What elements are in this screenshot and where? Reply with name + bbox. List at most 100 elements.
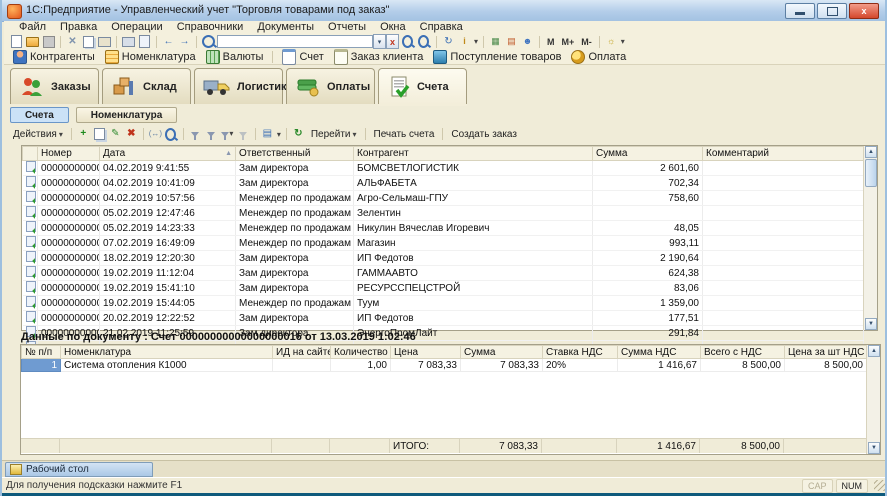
- item-row[interactable]: 1 Система отопления К1000 1,00 7 083,33 …: [22, 359, 867, 372]
- menu-operations[interactable]: Операции: [104, 21, 169, 34]
- paste-icon[interactable]: [98, 36, 111, 48]
- tab-orders[interactable]: Заказы: [10, 68, 99, 104]
- goto-menu-button[interactable]: Перейти▾: [308, 129, 360, 140]
- currencies-button[interactable]: Валюты: [203, 50, 267, 64]
- memory-button[interactable]: M: [545, 37, 557, 47]
- tab-logistics[interactable]: Логистика: [194, 68, 283, 104]
- create-order-button[interactable]: Создать заказ: [448, 129, 520, 140]
- col-total-vat[interactable]: Всего с НДС: [701, 346, 785, 359]
- search-input[interactable]: [217, 35, 373, 48]
- scroll-up-icon[interactable]: ▲: [868, 345, 880, 357]
- table-row[interactable]: 00000000000000…20.02.2019 12:22:52Зам ди…: [23, 311, 864, 326]
- items-scrollbar[interactable]: ▲ ▼: [866, 345, 880, 454]
- close-button[interactable]: x: [849, 3, 879, 19]
- search-icon[interactable]: [202, 35, 215, 48]
- calculator-icon[interactable]: ▦: [489, 36, 502, 48]
- new-document-icon[interactable]: [10, 36, 23, 48]
- client-order-button[interactable]: Заказ клиента: [331, 49, 427, 65]
- table-row[interactable]: 00000000000000…05.02.2019 14:23:33Менежд…: [23, 221, 864, 236]
- col-site-id[interactable]: ИД на сайте: [273, 346, 331, 359]
- col-unit-price-vat[interactable]: Цена за шт НДС: [785, 346, 867, 359]
- column-spacing-icon[interactable]: (↔): [149, 128, 162, 140]
- col-comment[interactable]: Комментарий: [703, 147, 864, 161]
- col-npp[interactable]: № п/п: [22, 346, 61, 359]
- col-vat-sum[interactable]: Сумма НДС: [618, 346, 701, 359]
- memory-plus-button[interactable]: M+: [560, 37, 577, 47]
- col-date[interactable]: Дата▲: [100, 147, 236, 161]
- invoice-button[interactable]: Счет: [279, 49, 326, 65]
- filter-clear-icon[interactable]: [237, 128, 250, 140]
- col-price[interactable]: Цена: [391, 346, 461, 359]
- edit-icon[interactable]: ✎: [109, 128, 122, 140]
- undo-icon[interactable]: ←: [162, 36, 175, 48]
- table-row[interactable]: 00000000000000…04.02.2019 10:57:56Менежд…: [23, 191, 864, 206]
- table-row[interactable]: 00000000000000…18.02.2019 12:20:30Зам ди…: [23, 251, 864, 266]
- table-row[interactable]: 00000000000000…07.02.2019 16:49:09Менежд…: [23, 236, 864, 251]
- table-row[interactable]: 00000000000000…19.02.2019 15:41:10Зам ди…: [23, 281, 864, 296]
- print-invoice-button[interactable]: Печать счета: [371, 129, 438, 140]
- tab-warehouse[interactable]: Склад: [102, 68, 191, 104]
- col-nomenclature[interactable]: Номенклатура: [61, 346, 273, 359]
- print-icon[interactable]: [122, 36, 135, 48]
- list-settings-dropdown-icon[interactable]: ▾: [277, 130, 281, 139]
- zoom-out-icon[interactable]: [418, 36, 431, 48]
- col-number[interactable]: Номер: [38, 147, 100, 161]
- memory-minus-button[interactable]: M-: [579, 37, 594, 47]
- refresh-list-icon[interactable]: ↻: [292, 128, 305, 140]
- delete-icon[interactable]: ✖: [125, 128, 138, 140]
- table-row[interactable]: 00000000000000…04.02.2019 10:41:09Зам ди…: [23, 176, 864, 191]
- scroll-up-icon[interactable]: ▲: [865, 146, 877, 158]
- subtab-nomenclature[interactable]: Номенклатура: [76, 107, 177, 123]
- actions-menu-button[interactable]: Действия▾: [10, 129, 66, 140]
- invoices-scrollbar[interactable]: ▲ ▼: [863, 146, 877, 330]
- info-dropdown-icon[interactable]: ▾: [474, 37, 478, 46]
- calendar-icon[interactable]: ▤: [505, 36, 518, 48]
- desktop-tab[interactable]: Рабочий стол: [5, 462, 153, 477]
- table-row[interactable]: 00000000000000…19.02.2019 15:44:05Менежд…: [23, 296, 864, 311]
- row-icon-header[interactable]: [23, 147, 38, 161]
- tab-invoices[interactable]: Счета: [378, 68, 467, 104]
- search-dropdown-icon[interactable]: ▾: [373, 34, 386, 49]
- col-responsible[interactable]: Ответственный: [236, 147, 354, 161]
- save-icon[interactable]: [42, 36, 55, 48]
- tips-dropdown-icon[interactable]: ▾: [621, 37, 625, 46]
- resize-grip[interactable]: [874, 480, 885, 491]
- nomenclature-button[interactable]: Номенклатура: [102, 50, 199, 64]
- counterparties-button[interactable]: Контрагенты: [10, 50, 98, 64]
- zoom-in-icon[interactable]: [402, 36, 415, 48]
- subtab-invoices[interactable]: Счета: [10, 107, 69, 123]
- scroll-down-icon[interactable]: ▼: [868, 442, 880, 454]
- filter-by-value-icon[interactable]: ▾: [221, 128, 234, 140]
- col-sum[interactable]: Сумма: [593, 147, 703, 161]
- filter-settings-icon[interactable]: [189, 128, 202, 140]
- find-icon[interactable]: [165, 128, 178, 140]
- col-vat-rate[interactable]: Ставка НДС: [543, 346, 618, 359]
- goods-receipt-button[interactable]: Поступление товаров: [430, 50, 564, 64]
- users-icon[interactable]: ☻: [521, 36, 534, 48]
- search-clear-icon[interactable]: x: [386, 34, 399, 49]
- maximize-button[interactable]: [817, 3, 847, 19]
- minimize-button[interactable]: [785, 3, 815, 19]
- col-sum[interactable]: Сумма: [461, 346, 543, 359]
- list-settings-icon[interactable]: ▤: [261, 128, 274, 140]
- menu-windows[interactable]: Окна: [373, 21, 413, 34]
- copy-row-icon[interactable]: [93, 128, 106, 140]
- info-icon[interactable]: i: [458, 36, 471, 48]
- scroll-down-icon[interactable]: ▼: [865, 318, 877, 330]
- redo-icon[interactable]: →: [178, 36, 191, 48]
- menu-edit[interactable]: Правка: [53, 21, 104, 34]
- table-row[interactable]: 00000000000000…19.02.2019 11:12:04Зам ди…: [23, 266, 864, 281]
- table-row[interactable]: 00000000000000…04.02.2019 9:41:55Зам дир…: [23, 161, 864, 176]
- tab-payments[interactable]: Оплаты: [286, 68, 375, 104]
- menu-reports[interactable]: Отчеты: [321, 21, 373, 34]
- print-preview-icon[interactable]: [138, 36, 151, 48]
- menu-catalogs[interactable]: Справочники: [170, 21, 251, 34]
- refresh-icon[interactable]: ↻: [442, 36, 455, 48]
- cut-icon[interactable]: ✕: [66, 36, 79, 48]
- payment-button[interactable]: Оплата: [568, 50, 629, 64]
- col-counterparty[interactable]: Контрагент: [354, 147, 593, 161]
- col-qty[interactable]: Количество: [331, 346, 391, 359]
- copy-icon[interactable]: [82, 36, 95, 48]
- menu-file[interactable]: Файл: [12, 21, 53, 34]
- filter-icon[interactable]: [205, 128, 218, 140]
